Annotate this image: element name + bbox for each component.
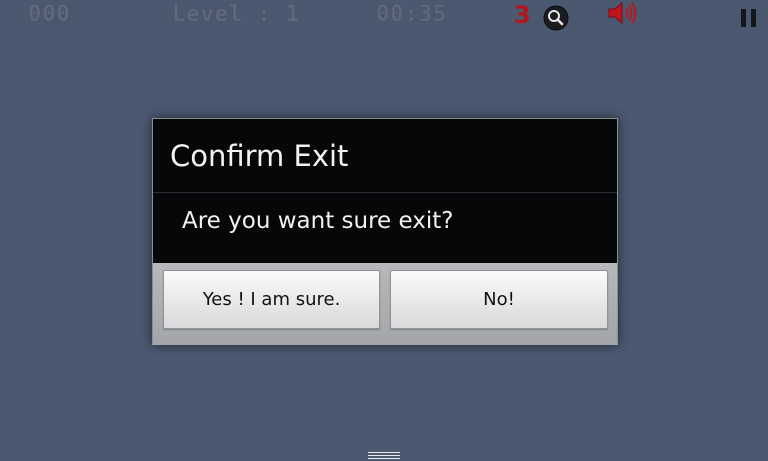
pause-bar [741,9,746,27]
pause-icon[interactable] [740,9,758,27]
dialog-divider [153,192,617,193]
dialog-title: Confirm Exit [170,139,349,173]
level-display: Level : 1 [172,2,301,27]
dialog-message: Are you want sure exit? [182,208,454,234]
hint-count: 3 [514,1,531,29]
magnifier-icon[interactable] [543,5,569,31]
yes-button[interactable]: Yes ! I am sure. [163,270,380,329]
score-display: 000 [28,2,71,27]
confirm-exit-dialog: Confirm Exit Are you want sure exit? Yes… [152,118,618,345]
pause-bar [751,9,756,27]
menu-handle[interactable] [368,451,400,461]
dialog-button-bar: Yes ! I am sure. No! [153,263,617,345]
no-button[interactable]: No! [390,270,608,329]
handle-line [368,458,400,459]
handle-line [368,452,400,453]
speaker-icon[interactable] [606,1,638,25]
handle-line [368,455,400,456]
timer-display: 00:35 [376,2,448,27]
